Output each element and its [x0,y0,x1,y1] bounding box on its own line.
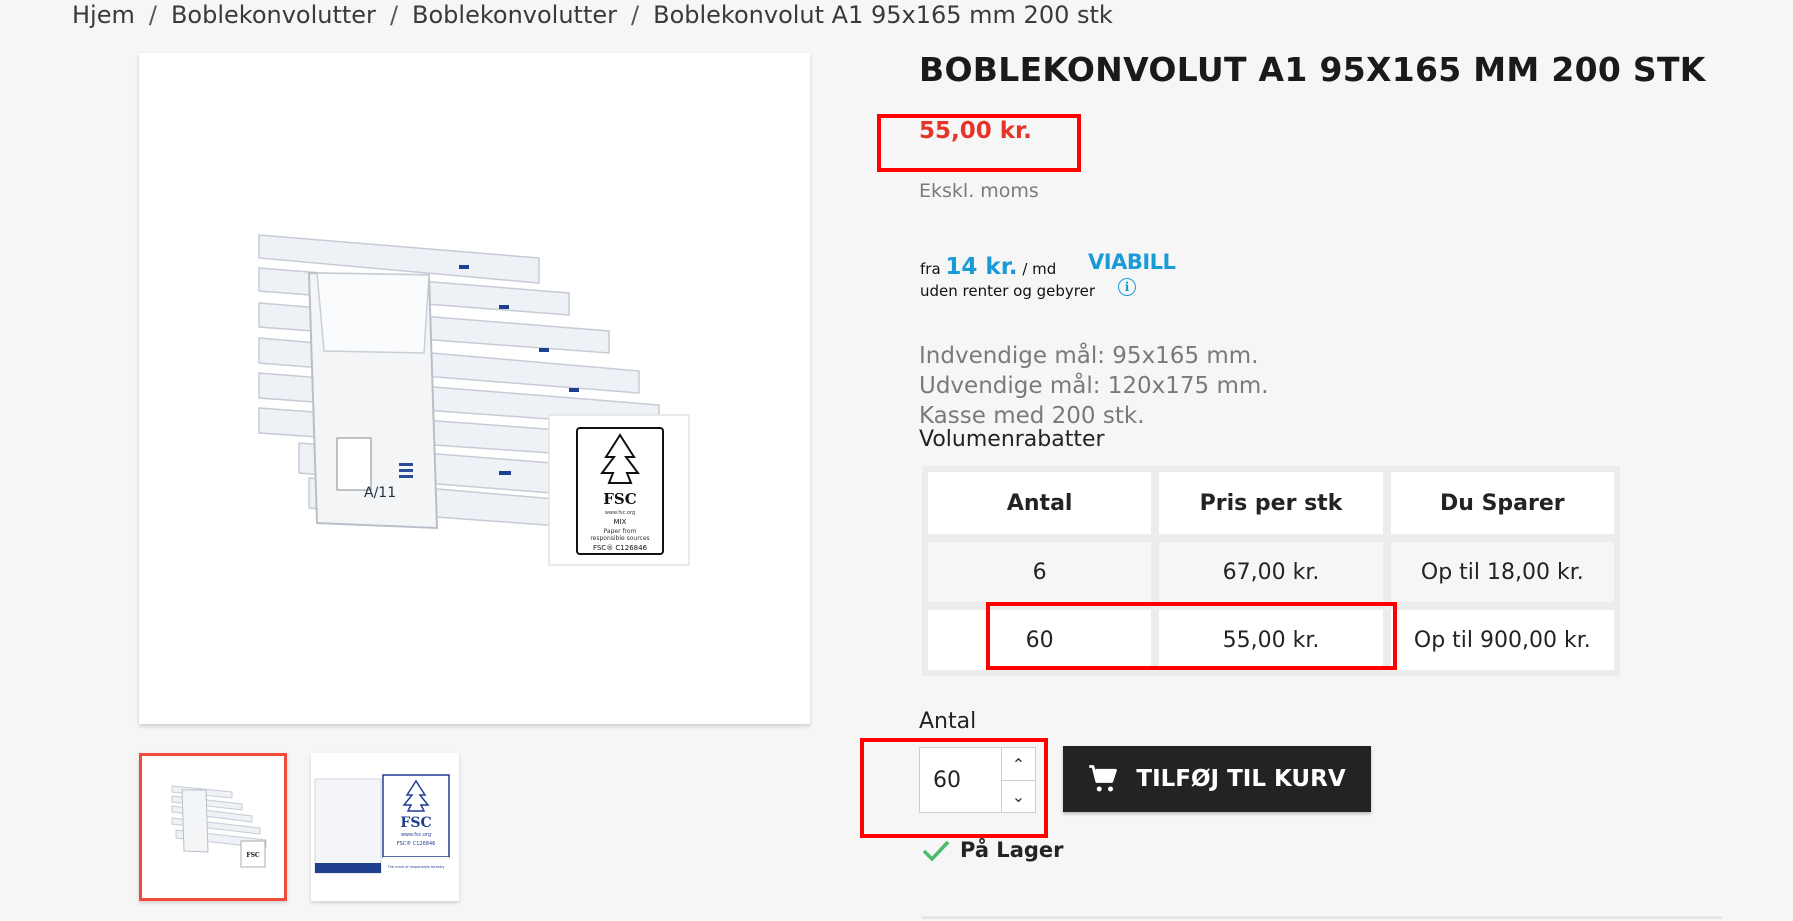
description-inner-size: Indvendige mål: 95x165 mm. [919,343,1259,369]
thumbnail-fsc-illustration: FSC www.fsc.org FSC® C126846 The mark of… [314,774,450,875]
quantity-input[interactable] [920,748,1002,812]
table-cell-savings: Op til 18,00 kr. [1390,542,1614,602]
table-header-row: Antal Pris per stk Du Sparer [928,472,1614,534]
thumbnail-strip: FSC FSC www.fsc.org FSC® C126846 The mar… [139,753,459,901]
box-mark-text: A/11 [364,485,396,501]
column-header-savings: Du Sparer [1390,472,1614,534]
stock-status: På Lager [922,838,1064,862]
breadcrumb-separator: / [631,1,640,29]
breadcrumb-separator: / [148,1,157,29]
thumb2-fsc-text: FSC [400,815,431,831]
product-title: BOBLEKONVOLUT A1 95X165 MM 200 STK [919,50,1706,89]
fsc-paper-text: Paper from [604,528,637,535]
breadcrumb-item-subcategory[interactable]: Boblekonvolutter [412,1,617,29]
breadcrumb: Hjem / Boblekonvolutter / Boblekonvolutt… [72,0,1113,30]
fsc-mix-text: MIX [614,518,627,526]
envelopes-illustration: A/11 FSC www.fsc.org MIX Paper from resp… [258,234,690,566]
viabill-widget: fra 14 kr. / md uden renter og gebyrer V… [920,248,1176,304]
product-price: 55,00 kr. [919,118,1032,144]
divider [922,916,1722,919]
info-icon[interactable]: i [1118,278,1136,296]
product-description: Indvendige mål: 95x165 mm. Udvendige mål… [919,341,1269,431]
table-cell-unit-price: 55,00 kr. [1159,610,1383,670]
volume-discount-label: Volumenrabatter [919,427,1105,452]
check-icon [922,840,950,861]
viabill-price-line: fra 14 kr. / md [920,254,1056,280]
cart-icon [1089,765,1118,792]
table-cell-quantity: 6 [928,542,1152,602]
volume-discount-table: Antal Pris per stk Du Sparer 6 67,00 kr.… [922,466,1620,676]
thumb1-fsc-text: FSC [246,852,260,859]
fsc-license-text: FSC® C126846 [593,544,648,552]
product-main-image[interactable]: A/11 FSC www.fsc.org MIX Paper from resp… [139,53,810,724]
quantity-stepper: ⌃ ⌄ [919,747,1036,813]
fsc-label-text: FSC [603,490,636,508]
add-to-cart-label: TILFØJ TIL KURV [1136,766,1346,792]
viabill-subtext: uden renter og gebyrer [920,282,1095,300]
quantity-label: Antal [919,709,977,734]
chevron-up-icon: ⌃ [1011,754,1026,774]
viabill-prefix: fra [920,260,941,278]
table-cell-quantity: 60 [928,610,1152,670]
chevron-down-icon: ⌄ [1011,786,1026,806]
thumb2-fsc-url: www.fsc.org [401,832,431,838]
fsc-url-text: www.fsc.org [605,510,635,516]
fsc-sources-text: responsible sources [590,535,649,542]
breadcrumb-item-current: Boblekonvolut A1 95x165 mm 200 stk [653,1,1113,29]
thumbnail-envelopes[interactable]: FSC [139,753,287,901]
quantity-increase-button[interactable]: ⌃ [1001,748,1035,781]
add-to-cart-button[interactable]: TILFØJ TIL KURV [1063,746,1371,812]
description-outer-size: Udvendige mål: 120x175 mm. [919,373,1269,399]
column-header-quantity: Antal [928,472,1152,534]
tax-note: Ekskl. moms [919,180,1039,202]
viabill-amount: 14 kr. [945,254,1018,280]
table-cell-savings: Op til 900,00 kr. [1390,610,1614,670]
quantity-decrease-button[interactable]: ⌄ [1001,780,1035,812]
thumbnail-envelopes-illustration: FSC [171,785,267,868]
table-row: 60 55,00 kr. Op til 900,00 kr. [928,610,1614,670]
thumb2-tagline: The mark of responsible forestry [386,865,444,869]
breadcrumb-item-category[interactable]: Boblekonvolutter [171,1,376,29]
breadcrumb-item-home[interactable]: Hjem [72,1,135,29]
thumbnail-fsc[interactable]: FSC www.fsc.org FSC® C126846 The mark of… [311,753,459,901]
breadcrumb-separator: / [389,1,399,29]
thumb2-license: FSC® C126846 [397,840,436,847]
viabill-logo: VIABILL [1088,250,1176,274]
viabill-suffix: / md [1022,260,1057,278]
stock-label: På Lager [960,838,1064,862]
column-header-unit-price: Pris per stk [1159,472,1383,534]
table-cell-unit-price: 67,00 kr. [1159,542,1383,602]
table-row: 6 67,00 kr. Op til 18,00 kr. [928,542,1614,602]
